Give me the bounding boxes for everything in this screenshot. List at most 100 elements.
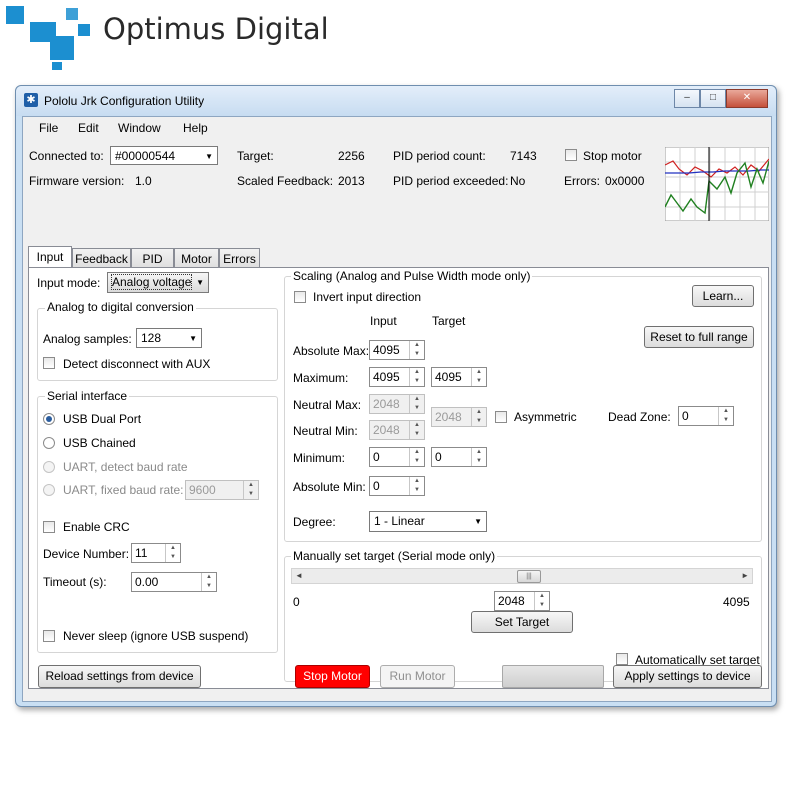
up-arrow-icon: ▲ xyxy=(414,342,420,348)
apply-settings-button[interactable]: Apply settings to device xyxy=(613,665,762,688)
invert-input-checkbox[interactable] xyxy=(294,291,306,303)
analog-samples-select[interactable]: 128 ▼ xyxy=(136,328,202,348)
maximum-label: Maximum: xyxy=(293,371,349,385)
maximum-input-value: 4095 xyxy=(373,370,400,384)
menu-edit[interactable]: Edit xyxy=(78,121,99,135)
timeout-stepper[interactable]: ▲ ▼ xyxy=(201,573,216,591)
analog-samples-value: 128 xyxy=(141,331,162,345)
brand-logo xyxy=(0,0,95,70)
connected-label: Connected to: xyxy=(29,149,104,163)
neutral-target-input[interactable]: 2048 ▲ ▼ xyxy=(431,407,487,427)
tab-feedback[interactable]: Feedback xyxy=(72,248,131,268)
device-number-stepper[interactable]: ▲ ▼ xyxy=(165,544,180,562)
timeout-input[interactable]: 0.00 ▲ ▼ xyxy=(131,572,217,592)
window-title: Pololu Jrk Configuration Utility xyxy=(44,94,205,108)
device-number-value: 11 xyxy=(135,546,148,560)
scroll-thumb[interactable]: ||| xyxy=(517,570,541,583)
scroll-left-icon[interactable]: ◄ xyxy=(295,569,303,583)
dead-zone-value: 0 xyxy=(682,409,689,423)
enable-crc-checkbox[interactable] xyxy=(43,521,55,533)
chevron-down-icon: ▼ xyxy=(205,152,213,161)
device-number-input[interactable]: 11 ▲ ▼ xyxy=(131,543,181,563)
target-scrollbar[interactable]: ◄ ► ||| xyxy=(291,568,753,584)
absolute-min-stepper[interactable]: ▲ ▼ xyxy=(409,477,424,495)
tab-motor[interactable]: Motor xyxy=(174,248,219,268)
down-arrow-icon: ▼ xyxy=(170,554,176,560)
neutral-target-stepper[interactable]: ▲ ▼ xyxy=(471,408,486,426)
menu-file[interactable]: File xyxy=(39,121,58,135)
baud-rate-input[interactable]: 9600 ▲ ▼ xyxy=(185,480,259,500)
manual-max-label: 4095 xyxy=(723,595,750,609)
neutral-min-stepper[interactable]: ▲ ▼ xyxy=(409,421,424,439)
window-buttons: – □ ✕ xyxy=(674,89,768,108)
maximize-button[interactable]: □ xyxy=(700,89,726,108)
down-arrow-icon: ▼ xyxy=(414,487,420,493)
radio-usb-dual-port[interactable] xyxy=(43,413,55,425)
down-arrow-icon: ▼ xyxy=(414,405,420,411)
minimum-target-stepper[interactable]: ▲ ▼ xyxy=(471,448,486,466)
uart-detect-label: UART, detect baud rate xyxy=(63,460,188,474)
learn-button[interactable]: Learn... xyxy=(692,285,754,307)
up-arrow-icon: ▲ xyxy=(414,396,420,402)
tab-input[interactable]: Input xyxy=(28,246,72,268)
maximum-target-input[interactable]: 4095 ▲ ▼ xyxy=(431,367,487,387)
absolute-max-stepper[interactable]: ▲ ▼ xyxy=(409,341,424,359)
radio-uart-fixed[interactable] xyxy=(43,484,55,496)
maximum-input[interactable]: 4095 ▲ ▼ xyxy=(369,367,425,387)
absolute-max-label: Absolute Max: xyxy=(293,344,370,358)
minimum-input-stepper[interactable]: ▲ ▼ xyxy=(409,448,424,466)
absolute-min-label: Absolute Min: xyxy=(293,480,366,494)
asymmetric-checkbox[interactable] xyxy=(495,411,507,423)
tab-errors[interactable]: Errors xyxy=(219,248,260,268)
menu-help[interactable]: Help xyxy=(183,121,208,135)
live-plot-thumbnail[interactable] xyxy=(665,147,769,221)
stop-motor-button[interactable]: Stop Motor xyxy=(295,665,370,688)
manual-target-input[interactable]: 2048 ▲ ▼ xyxy=(494,591,550,611)
tab-pid[interactable]: PID xyxy=(131,248,174,268)
device-number-label: Device Number: xyxy=(43,547,130,561)
chevron-down-icon: ▼ xyxy=(474,517,482,526)
dead-zone-stepper[interactable]: ▲ ▼ xyxy=(718,407,733,425)
reload-settings-button[interactable]: Reload settings from device xyxy=(38,665,201,688)
minimum-input[interactable]: 0 ▲ ▼ xyxy=(369,447,425,467)
maximum-target-stepper[interactable]: ▲ ▼ xyxy=(471,368,486,386)
input-mode-select[interactable]: Analog voltage ▼ xyxy=(107,272,209,293)
never-sleep-checkbox[interactable] xyxy=(43,630,55,642)
minimum-target-input[interactable]: 0 ▲ ▼ xyxy=(431,447,487,467)
firmware-label: Firmware version: xyxy=(29,174,125,188)
radio-usb-chained[interactable] xyxy=(43,437,55,449)
manual-target-group-title: Manually set target (Serial mode only) xyxy=(291,549,498,563)
baud-stepper[interactable]: ▲ ▼ xyxy=(243,481,258,499)
auto-set-target-checkbox[interactable] xyxy=(616,653,628,665)
degree-label: Degree: xyxy=(293,515,336,529)
menu-window[interactable]: Window xyxy=(118,121,161,135)
timeout-label: Timeout (s): xyxy=(43,575,107,589)
detect-disconnect-checkbox[interactable] xyxy=(43,357,55,369)
absolute-max-input[interactable]: 4095 ▲ ▼ xyxy=(369,340,425,360)
degree-value: 1 - Linear xyxy=(374,514,425,528)
device-select[interactable]: #00000544 ▼ xyxy=(110,146,218,165)
close-button[interactable]: ✕ xyxy=(726,89,768,108)
maximum-input-stepper[interactable]: ▲ ▼ xyxy=(409,368,424,386)
absolute-min-input[interactable]: 0 ▲ ▼ xyxy=(369,476,425,496)
neutral-min-input[interactable]: 2048 ▲ ▼ xyxy=(369,420,425,440)
never-sleep-label: Never sleep (ignore USB suspend) xyxy=(63,629,249,643)
neutral-max-stepper[interactable]: ▲ ▼ xyxy=(409,395,424,413)
dead-zone-input[interactable]: 0 ▲ ▼ xyxy=(678,406,734,426)
down-arrow-icon: ▼ xyxy=(723,417,729,423)
down-arrow-icon: ▼ xyxy=(206,583,212,589)
maximum-target-value: 4095 xyxy=(435,370,462,384)
scroll-right-icon[interactable]: ► xyxy=(741,569,749,583)
stop-motor-label: Stop motor xyxy=(583,149,642,163)
radio-uart-detect[interactable] xyxy=(43,461,55,473)
minimize-button[interactable]: – xyxy=(674,89,700,108)
neutral-max-input[interactable]: 2048 ▲ ▼ xyxy=(369,394,425,414)
manual-target-stepper[interactable]: ▲ ▼ xyxy=(534,592,549,610)
stop-motor-checkbox[interactable] xyxy=(565,149,577,161)
dead-zone-label: Dead Zone: xyxy=(608,410,671,424)
set-target-button[interactable]: Set Target xyxy=(471,611,573,633)
neutral-target-value: 2048 xyxy=(435,410,462,424)
degree-select[interactable]: 1 - Linear ▼ xyxy=(369,511,487,532)
reset-full-range-button[interactable]: Reset to full range xyxy=(644,326,754,348)
run-motor-button[interactable]: Run Motor xyxy=(380,665,455,688)
